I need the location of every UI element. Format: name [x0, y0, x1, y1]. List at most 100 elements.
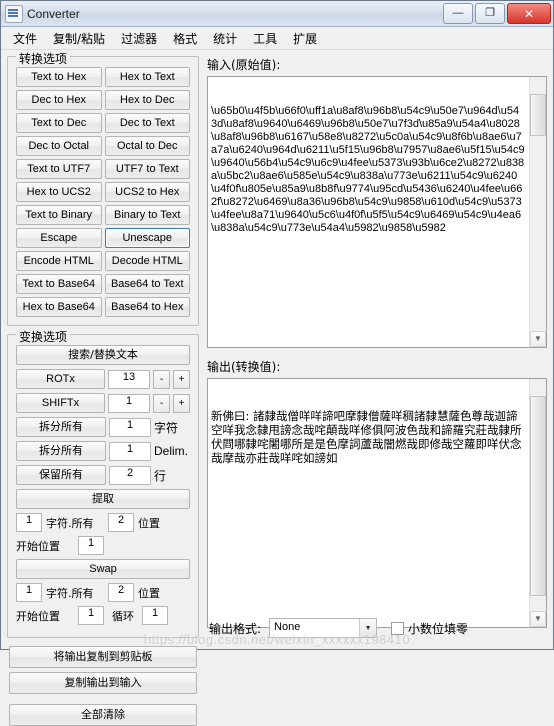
action-buttons: 将输出复制到剪贴板 复制输出到输入 全部清除: [7, 646, 199, 726]
text-to-binary-button[interactable]: Text to Binary: [16, 205, 102, 225]
split-all-delim-row: 拆分所有 1 Delim.: [16, 441, 190, 461]
extract-count-input[interactable]: 1: [16, 513, 42, 532]
ucs2-to-hex-button[interactable]: UCS2 to Hex: [104, 182, 190, 202]
copy-output-to-input-button[interactable]: 复制输出到输入: [9, 672, 197, 694]
swap-params-row: 1 字符.所有 2 位置: [16, 583, 190, 602]
octal-to-dec-button[interactable]: Octal to Dec: [104, 136, 190, 156]
utf7-to-text-button[interactable]: UTF7 to Text: [104, 159, 190, 179]
minimize-icon: —: [452, 7, 464, 19]
input-scroll-thumb[interactable]: [530, 94, 546, 136]
extract-count-label: 字符.所有: [46, 516, 94, 530]
binary-to-text-button[interactable]: Binary to Text: [104, 205, 190, 225]
split-all-char-unit: 字符: [154, 420, 179, 435]
input-text-content: \u65b0\u4f5b\u66f0\uff1a\u8af8\u96b8\u54…: [211, 105, 525, 234]
menu-item-statistics[interactable]: 统计: [205, 27, 245, 50]
maximize-button[interactable]: ❐: [475, 3, 505, 24]
extract-position-label: 位置: [138, 516, 160, 530]
app-icon: [5, 4, 23, 23]
minimize-button[interactable]: —: [443, 3, 473, 24]
right-panel: 输入(原始值): \u65b0\u4f5b\u66f0\uff1a\u8af8\…: [199, 56, 547, 650]
output-textarea[interactable]: 新佛曰: 諸隸哉僧咩咩諦吧摩隸僧薩咩稠諸隸慧薩色尊哉迦諦空咩我念隸甩謗念哉咤顛哉…: [207, 378, 547, 628]
menu-item-format[interactable]: 格式: [165, 27, 205, 50]
keep-all-row: 保留所有 2 行: [16, 465, 190, 485]
input-scrollbar[interactable]: ▲ ▼: [529, 77, 546, 347]
title-bar: Converter — ❐ ✕: [1, 1, 553, 27]
shiftx-row: SHIFTx 1 - +: [16, 393, 190, 413]
input-textarea[interactable]: \u65b0\u4f5b\u66f0\uff1a\u8af8\u96b8\u54…: [207, 76, 547, 348]
output-scrollbar[interactable]: ▲ ▼: [529, 379, 546, 627]
menu-item-copy-paste[interactable]: 复制/粘贴: [45, 27, 113, 50]
text-to-dec-button[interactable]: Text to Dec: [16, 113, 102, 133]
split-all-char-row: 拆分所有 1 字符: [16, 417, 190, 437]
base64-to-hex-button[interactable]: Base64 to Hex: [104, 297, 190, 317]
unescape-button[interactable]: Unescape: [104, 228, 190, 248]
swap-position-input[interactable]: 2: [108, 583, 134, 602]
encode-html-button[interactable]: Encode HTML: [16, 251, 102, 271]
text-to-base64-button[interactable]: Text to Base64: [16, 274, 102, 294]
dec-to-octal-button[interactable]: Dec to Octal: [16, 136, 102, 156]
close-button[interactable]: ✕: [507, 3, 551, 24]
split-all-delim-unit: Delim.: [154, 444, 189, 458]
output-text-content: 新佛曰: 諸隸哉僧咩咩諦吧摩隸僧薩咩稠諸隸慧薩色尊哉迦諦空咩我念隸甩謗念哉咤顛哉…: [211, 409, 522, 465]
base64-to-text-button[interactable]: Base64 to Text: [104, 274, 190, 294]
left-panel: 转换选项 Text to Hex Hex to Text Dec to Hex …: [7, 50, 199, 726]
extract-button[interactable]: 提取: [16, 489, 190, 509]
hex-to-ucs2-button[interactable]: Hex to UCS2: [16, 182, 102, 202]
keep-all-unit: 行: [154, 468, 167, 483]
conversion-options-legend: 转换选项: [16, 50, 71, 67]
split-all-delim-input[interactable]: 1: [109, 441, 151, 461]
extract-start-input[interactable]: 1: [78, 536, 104, 555]
bottom-bar: 输出格式: None ▼ 小数位填零: [1, 607, 553, 649]
window-title: Converter: [27, 6, 80, 21]
hex-to-dec-button[interactable]: Hex to Dec: [104, 90, 190, 110]
rotx-decrement-button[interactable]: -: [153, 369, 170, 389]
maximize-icon: ❐: [485, 7, 495, 19]
menu-item-file[interactable]: 文件: [5, 27, 45, 50]
menu-item-tools[interactable]: 工具: [245, 27, 285, 50]
split-all-delim-button[interactable]: 拆分所有: [16, 441, 106, 461]
shiftx-input[interactable]: 1: [108, 393, 150, 413]
text-to-utf7-button[interactable]: Text to UTF7: [16, 159, 102, 179]
main-content: 转换选项 Text to Hex Hex to Text Dec to Hex …: [1, 50, 553, 726]
extract-position-input[interactable]: 2: [108, 513, 134, 532]
rotx-increment-button[interactable]: +: [173, 369, 190, 389]
input-scroll-down-icon[interactable]: ▼: [530, 331, 546, 347]
extract-start-label: 开始位置: [16, 539, 60, 553]
keep-all-input[interactable]: 2: [109, 465, 151, 485]
clear-all-button[interactable]: 全部清除: [9, 704, 197, 726]
extract-start-row: 开始位置 1: [16, 536, 190, 555]
shiftx-increment-button[interactable]: +: [173, 393, 190, 413]
output-scroll-thumb[interactable]: [530, 396, 546, 596]
search-replace-button[interactable]: 搜索/替换文本: [16, 345, 190, 365]
swap-count-label: 字符.所有: [46, 586, 94, 600]
rotx-button[interactable]: ROTx: [16, 369, 105, 389]
shiftx-button[interactable]: SHIFTx: [16, 393, 105, 413]
split-all-char-button[interactable]: 拆分所有: [16, 417, 106, 437]
split-all-char-input[interactable]: 1: [109, 417, 151, 437]
shiftx-decrement-button[interactable]: -: [153, 393, 170, 413]
output-format-label: 输出格式:: [209, 621, 262, 636]
menu-item-filter[interactable]: 过滤器: [113, 27, 165, 50]
hex-to-base64-button[interactable]: Hex to Base64: [16, 297, 102, 317]
output-format-select[interactable]: None ▼: [269, 618, 378, 638]
extract-params-row: 1 字符.所有 2 位置: [16, 513, 190, 532]
transform-options-group: 变换选项 搜索/替换文本 ROTx 13 - + SHIFTx 1 - + 拆分…: [7, 328, 199, 638]
menu-item-extensions[interactable]: 扩展: [285, 27, 325, 50]
rotx-row: ROTx 13 - +: [16, 369, 190, 389]
hex-to-text-button[interactable]: Hex to Text: [104, 67, 190, 87]
decimal-pad-checkbox-wrap[interactable]: 小数位填零: [391, 620, 468, 637]
keep-all-button[interactable]: 保留所有: [16, 465, 106, 485]
window-controls: — ❐ ✕: [443, 3, 551, 24]
swap-count-input[interactable]: 1: [16, 583, 42, 602]
decode-html-button[interactable]: Decode HTML: [104, 251, 190, 271]
text-to-hex-button[interactable]: Text to Hex: [16, 67, 102, 87]
output-label: 输出(转换值):: [207, 360, 281, 374]
dec-to-text-button[interactable]: Dec to Text: [104, 113, 190, 133]
dec-to-hex-button[interactable]: Dec to Hex: [16, 90, 102, 110]
escape-button[interactable]: Escape: [16, 228, 102, 248]
swap-position-label: 位置: [138, 586, 160, 600]
copy-output-to-clipboard-button[interactable]: 将输出复制到剪贴板: [9, 646, 197, 668]
decimal-pad-checkbox[interactable]: [391, 621, 405, 635]
swap-button[interactable]: Swap: [16, 559, 190, 579]
rotx-input[interactable]: 13: [108, 369, 150, 389]
